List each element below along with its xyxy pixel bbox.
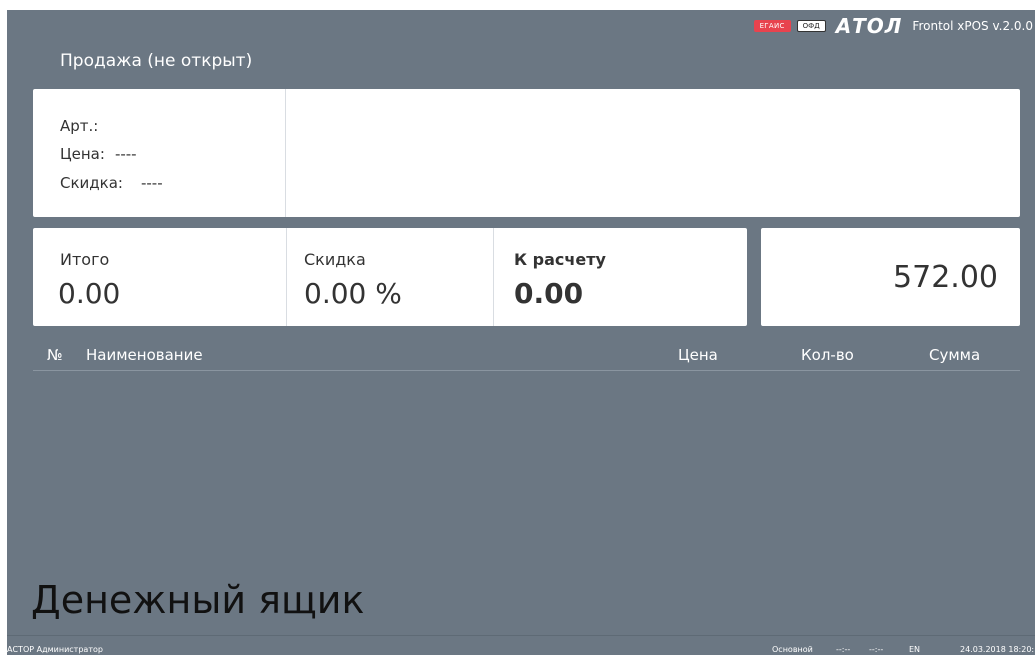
discount-label: Скидка [304,250,366,269]
items-table-body[interactable] [33,371,1020,571]
due-block: К расчету 0.00 [494,228,747,326]
total-block: Итого 0.00 [33,228,287,326]
price-value: ---- [114,145,137,163]
due-value: 0.00 [514,277,584,310]
total-value: 0.00 [58,277,121,310]
column-number: № [47,346,63,364]
header-bar: ЕГАИС ОФД АТОЛ Frontol xPOS v.2.0.0 [753,14,1033,38]
egais-badge: ЕГАИС [753,20,791,32]
pos-screen: ЕГАИС ОФД АТОЛ Frontol xPOS v.2.0.0 Прод… [7,10,1035,655]
discount-value: 0.00 % [304,277,402,310]
language-indicator: EN [909,645,921,654]
item-name-area [286,89,1020,217]
amount-display: 572.00 [893,260,998,295]
app-version: Frontol xPOS v.2.0.0 [912,19,1033,33]
article-line: Арт.: [60,117,108,135]
discount-line: Скидка: ---- [60,174,163,192]
cash-drawer-message: Денежный ящик [31,578,365,622]
table-header: № Наименование Цена Кол-во Сумма [33,340,1020,371]
sale-status-title: Продажа (не открыт) [60,51,253,71]
aton-logo: АТОЛ [835,14,903,38]
due-label: К расчету [514,250,606,269]
item-info: Арт.: Цена: ---- Скидка: ---- [33,89,286,217]
item-panel: Арт.: Цена: ---- Скидка: ---- [33,89,1020,217]
mode-indicator: Основной [772,645,813,654]
discount-block: Скидка 0.00 % [287,228,494,326]
status-field-2: --:-- [869,645,884,654]
price-label: Цена: [60,145,105,163]
status-field-1: --:-- [836,645,851,654]
price-line: Цена: ---- [60,145,137,163]
item-discount-value: ---- [140,174,163,192]
user-info: АСТОР Администратор [7,645,103,654]
column-name: Наименование [86,346,203,364]
item-discount-label: Скидка: [60,174,123,192]
column-sum: Сумма [929,346,981,364]
totals-panel: Итого 0.00 Скидка 0.00 % К расчету 0.00 [33,228,747,326]
total-label: Итого [60,250,110,269]
amount-panel: 572.00 [761,228,1020,326]
article-label: Арт.: [60,117,99,135]
column-quantity: Кол-во [801,346,854,364]
datetime: 24.03.2018 18:20: [960,645,1035,654]
status-bar: АСТОР Администратор Основной --:-- --:--… [7,635,1035,655]
column-price: Цена [678,346,718,364]
ofd-badge: ОФД [796,20,826,32]
